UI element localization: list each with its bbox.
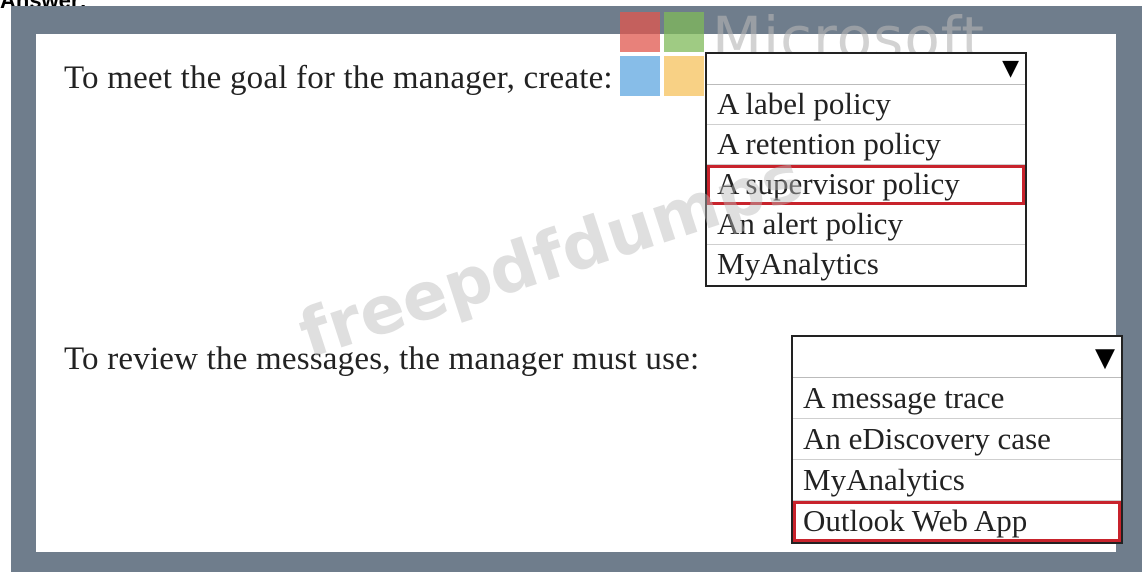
logo-square-blue [620, 56, 660, 96]
dropdown-2-header[interactable]: ▼ [793, 337, 1121, 378]
logo-square-green [664, 12, 704, 52]
microsoft-logo-watermark [620, 12, 704, 100]
dropdown-2-option[interactable]: A message trace [793, 378, 1121, 419]
question-2-dropdown[interactable]: ▼ A message trace An eDiscovery case MyA… [791, 335, 1123, 544]
logo-square-yellow [664, 56, 704, 96]
chevron-down-icon[interactable]: ▼ [1002, 56, 1019, 81]
question-1-prompt: To meet the goal for the manager, create… [64, 60, 613, 96]
chevron-down-icon[interactable]: ▼ [1095, 343, 1115, 373]
dropdown-1-option[interactable]: MyAnalytics [707, 245, 1025, 285]
dropdown-2-option[interactable]: An eDiscovery case [793, 419, 1121, 460]
logo-square-red [620, 12, 660, 52]
dropdown-1-option[interactable]: A label policy [707, 85, 1025, 125]
dropdown-1-header[interactable]: ▼ [707, 54, 1025, 85]
dropdown-2-option[interactable]: MyAnalytics [793, 460, 1121, 501]
dropdown-2-option-selected[interactable]: Outlook Web App [793, 501, 1121, 542]
